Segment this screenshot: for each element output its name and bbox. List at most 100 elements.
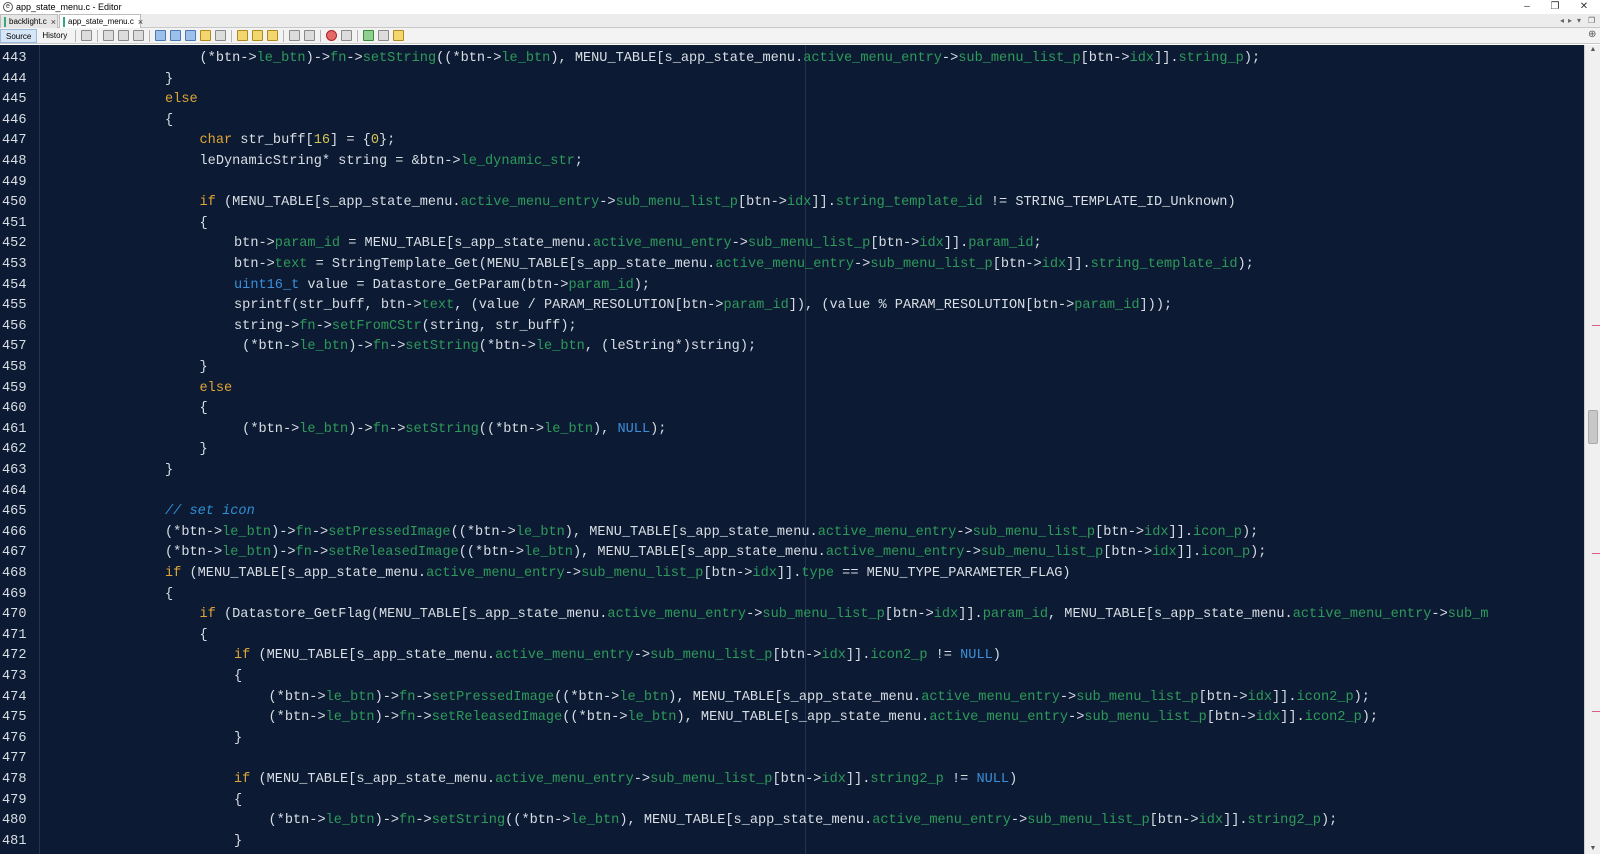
code-token: fn — [295, 545, 312, 561]
code-token: -> — [964, 545, 981, 561]
code-token: ; — [1033, 236, 1042, 252]
restore-window-icon[interactable]: ❐ — [1588, 14, 1595, 28]
code-line[interactable]: { — [200, 626, 208, 647]
code-line[interactable]: if (MENU_TABLE[s_app_state_menu.active_m… — [234, 770, 1017, 791]
code-line[interactable]: (*btn->le_btn)->fn->setString((*btn->le_… — [200, 49, 1261, 70]
code-line[interactable]: // set icon — [165, 502, 255, 523]
tab-backlight-c[interactable]: backlight.c × — [0, 14, 58, 28]
line-number: 471 — [2, 627, 27, 643]
line-number: 474 — [2, 689, 27, 705]
line-number: 470 — [2, 607, 27, 623]
shift-right-icon[interactable] — [304, 30, 316, 41]
code-text-area[interactable]: (*btn->le_btn)->fn->setString((*btn->le_… — [41, 45, 1584, 854]
code-line[interactable]: if (MENU_TABLE[s_app_state_menu.active_m… — [165, 564, 1071, 585]
code-token: (MENU_TABLE[s_app_state_menu. — [250, 648, 496, 664]
close-tab-icon[interactable]: × — [138, 17, 143, 27]
code-line[interactable]: if (Datastore_GetFlag(MENU_TABLE[s_app_s… — [200, 605, 1489, 626]
code-line[interactable]: } — [234, 729, 242, 750]
code-editor[interactable]: 443 444 445 446 447 448 449 450 451 452 453 454 455 4… — [0, 45, 1584, 854]
code-line[interactable]: { — [234, 791, 242, 812]
minimize-button[interactable]: – — [1513, 0, 1541, 14]
code-token: ); — [650, 421, 667, 437]
code-line[interactable]: } — [165, 461, 173, 482]
code-line[interactable]: leDynamicString* string = &btn->le_dynam… — [200, 152, 583, 173]
code-line[interactable]: } — [200, 440, 208, 461]
shift-left-icon[interactable] — [289, 30, 301, 41]
code-line[interactable]: uint16_t value = Datastore_GetParam(btn-… — [234, 276, 650, 297]
last-edit-icon[interactable] — [81, 30, 93, 41]
diff-icon[interactable] — [393, 30, 405, 41]
code-token: -> — [633, 772, 651, 787]
code-line[interactable]: else — [200, 379, 233, 400]
code-line[interactable]: (*btn->le_btn)->fn->setString(*btn->le_b… — [234, 337, 756, 358]
code-line[interactable]: (*btn->le_btn)->fn->setReleasedImage((*b… — [165, 543, 1266, 564]
code-token: ), MENU_TABLE[s_app_state_menu. — [550, 51, 804, 66]
code-token: sub_m — [1447, 607, 1489, 623]
code-line[interactable]: { — [200, 214, 208, 235]
find-previous-icon[interactable] — [170, 30, 182, 41]
code-line[interactable]: else — [165, 90, 198, 111]
dropdown-icon[interactable] — [133, 30, 145, 41]
toggle-bookmark-icon[interactable] — [267, 30, 279, 41]
code-line[interactable]: (*btn->le_btn)->fn->setString((*btn->le_… — [234, 420, 666, 441]
close-window-button[interactable]: ✕ — [1570, 0, 1598, 14]
code-token: sub_menu_list_p — [581, 566, 704, 581]
tab-scroll-left-icon[interactable]: ◂ — [1560, 14, 1564, 28]
rectangular-selection-icon[interactable] — [215, 30, 227, 41]
code-token: ((*btn-> — [562, 710, 628, 726]
previous-bookmark-icon[interactable] — [237, 30, 249, 41]
code-token: (MENU_TABLE[s_app_state_menu. — [181, 566, 427, 581]
code-token: -> — [415, 689, 432, 705]
code-line[interactable]: (*btn->le_btn)->fn->setPressedImage((*bt… — [165, 523, 1258, 544]
code-token: ); — [633, 277, 651, 293]
code-line[interactable]: } — [200, 358, 208, 379]
code-line[interactable]: { — [165, 111, 173, 132]
stop-macro-icon[interactable] — [341, 30, 353, 41]
maximize-button[interactable]: ❐ — [1541, 0, 1569, 14]
code-line[interactable]: if (MENU_TABLE[s_app_state_menu.active_m… — [234, 646, 1001, 667]
vertical-scrollbar[interactable]: ▲ ▼ — [1584, 45, 1600, 854]
code-token: sub_menu_list_p — [870, 257, 993, 272]
start-macro-icon[interactable] — [326, 30, 338, 41]
code-token: -> — [315, 318, 332, 334]
code-token: sub_menu_list_p — [972, 524, 1096, 540]
code-line[interactable]: sprintf(str_buff, btn->text, (value / PA… — [234, 296, 1172, 317]
code-token: fn — [372, 421, 390, 437]
code-line[interactable]: btn->param_id = MENU_TABLE[s_app_state_m… — [234, 234, 1042, 255]
close-tab-icon[interactable]: × — [51, 17, 56, 27]
back-icon[interactable] — [103, 30, 115, 41]
code-line[interactable]: string->fn->setFromCStr(string, str_buff… — [234, 317, 577, 338]
find-next-icon[interactable] — [185, 30, 197, 41]
code-line[interactable]: (*btn->le_btn)->fn->setPressedImage((*bt… — [269, 688, 1370, 709]
next-bookmark-icon[interactable] — [252, 30, 264, 41]
code-line[interactable]: } — [234, 832, 242, 853]
code-line[interactable]: btn->text = StringTemplate_Get(MENU_TABL… — [234, 255, 1254, 276]
tab-list-dropdown-icon[interactable]: ▾ — [1577, 14, 1581, 28]
code-line[interactable]: { — [234, 667, 242, 688]
code-token: 0 — [370, 133, 380, 149]
scroll-down-icon[interactable]: ▼ — [1585, 844, 1600, 854]
source-view-tab[interactable]: Source — [0, 28, 38, 43]
code-line[interactable]: (*btn->le_btn)->fn->setReleasedImage((*b… — [269, 708, 1379, 729]
code-token: ); — [1250, 545, 1267, 561]
code-token: ]]. — [1066, 257, 1091, 272]
comment-icon[interactable] — [363, 30, 375, 41]
tab-scroll-right-icon[interactable]: ▸ — [1568, 14, 1572, 28]
code-token: -> — [311, 545, 329, 561]
forward-icon[interactable] — [118, 30, 130, 41]
code-line[interactable]: } — [165, 70, 173, 91]
code-line[interactable]: if (MENU_TABLE[s_app_state_menu.active_m… — [200, 193, 1236, 214]
find-selection-icon[interactable] — [155, 30, 167, 41]
scrollbar-thumb[interactable] — [1588, 409, 1598, 444]
add-toolbar-icon[interactable]: ⊕ — [1588, 29, 1596, 40]
code-line[interactable]: char str_buff[16] = {0}; — [200, 131, 396, 152]
toggle-highlight-icon[interactable] — [200, 30, 212, 41]
scroll-up-icon[interactable]: ▲ — [1585, 45, 1600, 55]
code-line[interactable]: { — [200, 399, 208, 420]
uncomment-icon[interactable] — [378, 30, 390, 41]
code-token: }; — [379, 133, 396, 149]
code-line[interactable]: (*btn->le_btn)->fn->setString((*btn->le_… — [269, 811, 1338, 832]
code-line[interactable]: { — [165, 585, 173, 606]
history-view-tab[interactable]: History — [37, 29, 72, 43]
tab-app-state-menu-c[interactable]: app_state_menu.c × — [59, 14, 143, 28]
